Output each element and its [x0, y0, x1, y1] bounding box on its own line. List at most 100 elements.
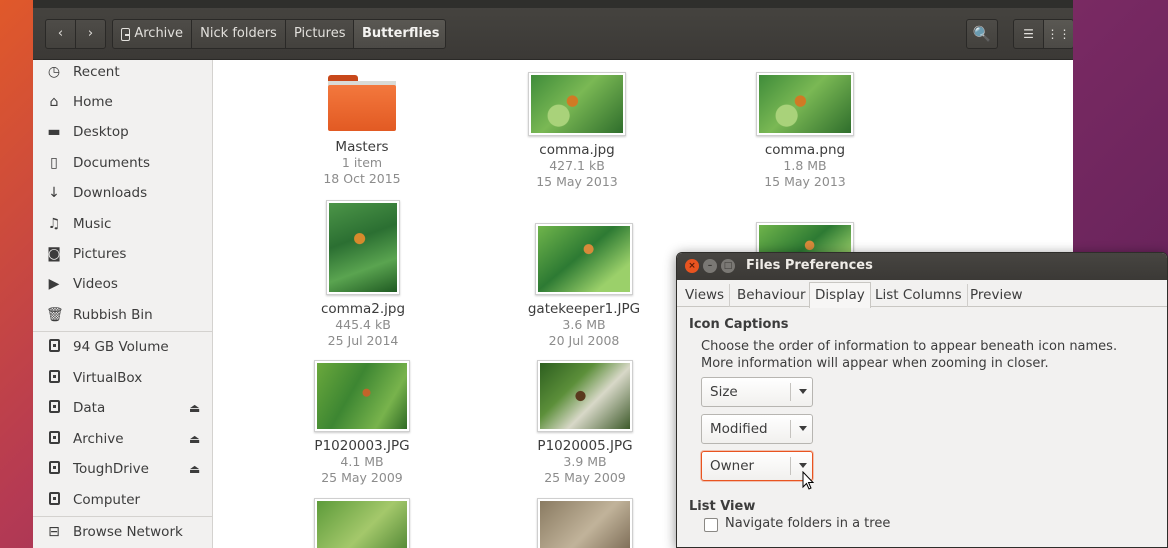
file-item-p1020003-jpg[interactable]: P1020003.JPG 4.1 MB 25 May 2009 — [282, 360, 442, 486]
tab-display[interactable]: Display — [809, 282, 871, 308]
tab-behaviour[interactable]: Behaviour — [732, 284, 812, 307]
file-name: P1020003.JPG — [314, 438, 410, 454]
sidebar-item-virtualbox[interactable]: VirtualBox — [33, 363, 213, 393]
desktop-folder-icon: ▬ — [47, 124, 61, 140]
breadcrumb-nick-folders[interactable]: Nick folders — [191, 19, 286, 49]
sidebar-item-downloads[interactable]: ↓ Downloads — [33, 178, 213, 208]
drive-icon — [46, 430, 62, 448]
caption-select-value: Owner — [710, 458, 755, 474]
file-date: 15 May 2013 — [536, 174, 618, 189]
sidebar-item-label: ToughDrive — [73, 461, 149, 477]
sidebar-item-label: 94 GB Volume — [73, 339, 169, 355]
back-button[interactable]: ‹ — [45, 19, 76, 49]
sidebar-item-label: Data — [73, 400, 106, 416]
file-name: gatekeeper1.JPG — [527, 301, 641, 317]
search-icon: 🔍 — [972, 25, 992, 43]
maximize-button[interactable]: □ — [721, 259, 735, 273]
icon-captions-heading: Icon Captions — [689, 317, 789, 332]
volume-icon — [46, 369, 62, 387]
clock-icon: ◷ — [47, 64, 61, 80]
image-thumbnail — [535, 223, 633, 295]
file-date: 20 Jul 2008 — [548, 333, 620, 348]
file-item-comma-png[interactable]: comma.png 1.8 MB 15 May 2013 — [725, 72, 885, 190]
file-meta: 3.9 MB — [563, 454, 607, 469]
music-icon: ♫ — [47, 216, 61, 232]
sidebar-item-label: Rubbish Bin — [73, 307, 153, 323]
sidebar-item-label: Computer — [73, 492, 141, 508]
tab-list-columns[interactable]: List Columns — [870, 284, 968, 307]
tab-bar: Views Behaviour Display List Columns Pre… — [677, 280, 1167, 308]
grid-view-button[interactable]: ⋮⋮ — [1043, 19, 1073, 49]
minimize-button[interactable]: – — [703, 259, 717, 273]
caption-select-3[interactable]: Owner — [701, 451, 813, 481]
file-date: 25 Jul 2014 — [327, 333, 399, 348]
tab-views[interactable]: Views — [680, 284, 731, 307]
sidebar-item-label: Pictures — [73, 246, 127, 262]
search-button[interactable]: 🔍 — [966, 19, 998, 49]
sidebar-item-music[interactable]: ♫ Music — [33, 209, 213, 239]
document-icon: ▯ — [50, 155, 58, 171]
caption-select-value: Size — [710, 384, 738, 400]
breadcrumb-pictures[interactable]: Pictures — [285, 19, 354, 49]
image-thumbnail — [326, 200, 400, 295]
sidebar-item-label: Desktop — [73, 124, 129, 140]
image-thumbnail — [528, 72, 626, 136]
file-date: 15 May 2013 — [764, 174, 846, 189]
file-item-comma2-jpg[interactable]: comma2.jpg 445.4 kB 25 Jul 2014 — [283, 200, 443, 349]
sidebar-item-label: Recent — [73, 64, 120, 80]
dialog-titlebar: × – □ Files Preferences — [677, 253, 1167, 280]
sidebar-item-videos[interactable]: ▶ Videos — [33, 269, 213, 299]
computer-icon — [46, 491, 62, 509]
eject-icon[interactable]: ⏏ — [189, 432, 200, 446]
breadcrumb-archive[interactable]: Archive — [112, 19, 192, 49]
caption-select-2[interactable]: Modified — [701, 414, 813, 444]
caption-select-1[interactable]: Size — [701, 377, 813, 407]
sidebar-item-documents[interactable]: ▯ Documents — [33, 148, 213, 178]
sidebar-item-desktop[interactable]: ▬ Desktop — [33, 117, 213, 147]
image-thumbnail — [314, 498, 410, 548]
breadcrumb-butterflies[interactable]: Butterflies — [353, 19, 446, 49]
sidebar-item-label: Browse Network — [73, 524, 183, 540]
file-meta: 427.1 kB — [549, 158, 605, 173]
network-icon: ⊟ — [48, 524, 60, 540]
close-button[interactable]: × — [685, 259, 699, 273]
eject-icon[interactable]: ⏏ — [189, 401, 200, 415]
sidebar-item-data[interactable]: Data ⏏ — [33, 393, 213, 423]
caption-select-value: Modified — [710, 421, 768, 437]
sidebar-item-archive[interactable]: Archive ⏏ — [33, 424, 213, 454]
sidebar-item-browse-network[interactable]: ⊟ Browse Network — [33, 517, 213, 547]
file-item-partial[interactable] — [282, 498, 442, 548]
navigate-tree-checkbox[interactable] — [704, 518, 718, 532]
sidebar-item-computer[interactable]: Computer — [33, 485, 213, 515]
sidebar-item-label: Downloads — [73, 185, 148, 201]
folder-icon — [328, 75, 396, 131]
file-item-masters[interactable]: Masters 1 item 18 Oct 2015 — [282, 75, 442, 187]
video-icon: ▶ — [48, 276, 60, 292]
sidebar-item-94gb-volume[interactable]: 94 GB Volume — [33, 332, 213, 362]
sidebar-item-home[interactable]: ⌂ Home — [33, 87, 213, 117]
sidebar-item-label: VirtualBox — [73, 370, 143, 386]
file-item-gatekeeper1-jpg[interactable]: gatekeeper1.JPG 3.6 MB 20 Jul 2008 — [504, 223, 664, 349]
sidebar-item-rubbish-bin[interactable]: 🗑 Rubbish Bin — [33, 300, 213, 330]
camera-icon: ◙ — [47, 246, 61, 262]
file-meta: 445.4 kB — [335, 317, 391, 332]
tab-preview[interactable]: Preview — [965, 284, 1028, 307]
file-name: comma.jpg — [539, 142, 615, 158]
home-icon: ⌂ — [49, 94, 59, 110]
breadcrumb-archive-label: Archive — [134, 26, 183, 41]
sidebar-item-label: Home — [73, 94, 113, 110]
file-item-comma-jpg[interactable]: comma.jpg 427.1 kB 15 May 2013 — [497, 72, 657, 190]
list-view-button[interactable]: ☰ — [1013, 19, 1044, 49]
download-icon: ↓ — [48, 185, 60, 201]
sidebar-item-pictures[interactable]: ◙ Pictures — [33, 239, 213, 269]
sidebar-item-recent[interactable]: ◷ Recent — [33, 57, 213, 87]
file-item-p1020005-jpg[interactable]: P1020005.JPG 3.9 MB 25 May 2009 — [505, 360, 665, 486]
forward-button[interactable]: › — [75, 19, 106, 49]
file-date: 18 Oct 2015 — [323, 171, 401, 186]
file-meta: 1 item — [341, 155, 383, 170]
eject-icon[interactable]: ⏏ — [189, 462, 200, 476]
file-date: 25 May 2009 — [321, 470, 403, 485]
file-item-partial[interactable] — [505, 498, 665, 548]
image-thumbnail — [756, 72, 854, 136]
sidebar-item-toughdrive[interactable]: ToughDrive ⏏ — [33, 454, 213, 484]
